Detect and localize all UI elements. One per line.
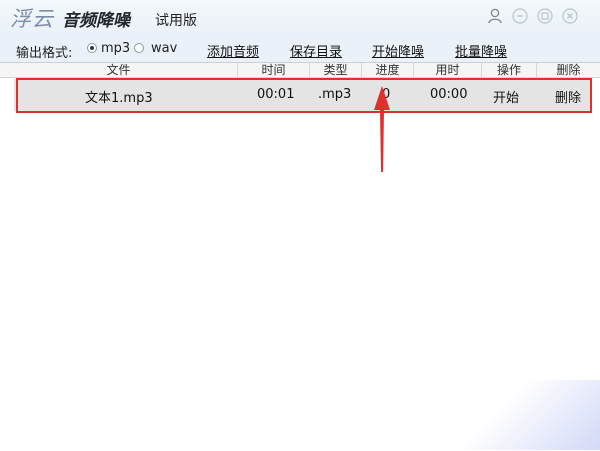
column-header-file[interactable]: 文件 <box>0 63 237 77</box>
app-logo-script: 浮云 <box>10 7 54 31</box>
format-radio-mp3[interactable] <box>87 43 97 53</box>
batch-denoise-button[interactable]: 批量降噪 <box>455 41 507 60</box>
title-bar: 浮云 音频降噪 试用版 <box>0 0 600 38</box>
format-label-mp3[interactable]: mp3 <box>101 41 130 56</box>
column-header-action[interactable]: 操作 <box>481 63 536 77</box>
edition-label: 试用版 <box>155 13 197 29</box>
app-title: 音频降噪 <box>62 11 130 31</box>
toolbar: 输出格式: mp3 wav 添加音频 保存目录 开始降噪 批量降噪 <box>0 38 600 62</box>
minimize-icon[interactable] <box>512 8 528 24</box>
cell-type: .mp3 <box>318 87 352 102</box>
column-header-time[interactable]: 时间 <box>237 63 309 77</box>
close-icon[interactable] <box>562 8 578 24</box>
user-icon[interactable] <box>487 8 503 24</box>
table-row[interactable]: 文本1.mp3 00:01 .mp3 0 00:00 开始 删除 <box>14 79 590 111</box>
restore-icon[interactable] <box>537 8 553 24</box>
format-radio-wav[interactable] <box>134 43 144 53</box>
delete-row-button[interactable]: 删除 <box>555 87 581 106</box>
table-header: 文件 时间 类型 进度 用时 操作 删除 <box>0 63 600 78</box>
add-audio-button[interactable]: 添加音频 <box>207 41 259 60</box>
start-row-button[interactable]: 开始 <box>493 87 519 106</box>
cell-progress: 0 <box>382 87 391 102</box>
column-header-delete[interactable]: 删除 <box>536 63 600 77</box>
column-header-progress[interactable]: 进度 <box>361 63 413 77</box>
save-directory-button[interactable]: 保存目录 <box>290 41 342 60</box>
app-window: 浮云 音频降噪 试用版 输出格式: mp3 wav 添加音频 保存目录 开始降噪… <box>0 0 600 451</box>
column-header-elapsed[interactable]: 用时 <box>413 63 481 77</box>
cell-elapsed: 00:00 <box>430 87 468 102</box>
format-label-wav[interactable]: wav <box>151 41 177 56</box>
file-table: 文件 时间 类型 进度 用时 操作 删除 文本1.mp3 00:01 .mp3 … <box>0 62 600 451</box>
start-denoise-button[interactable]: 开始降噪 <box>372 41 424 60</box>
cell-time: 00:01 <box>257 87 295 102</box>
cell-file: 文本1.mp3 <box>85 91 153 106</box>
output-format-label: 输出格式: <box>16 46 73 61</box>
column-header-type[interactable]: 类型 <box>309 63 361 77</box>
